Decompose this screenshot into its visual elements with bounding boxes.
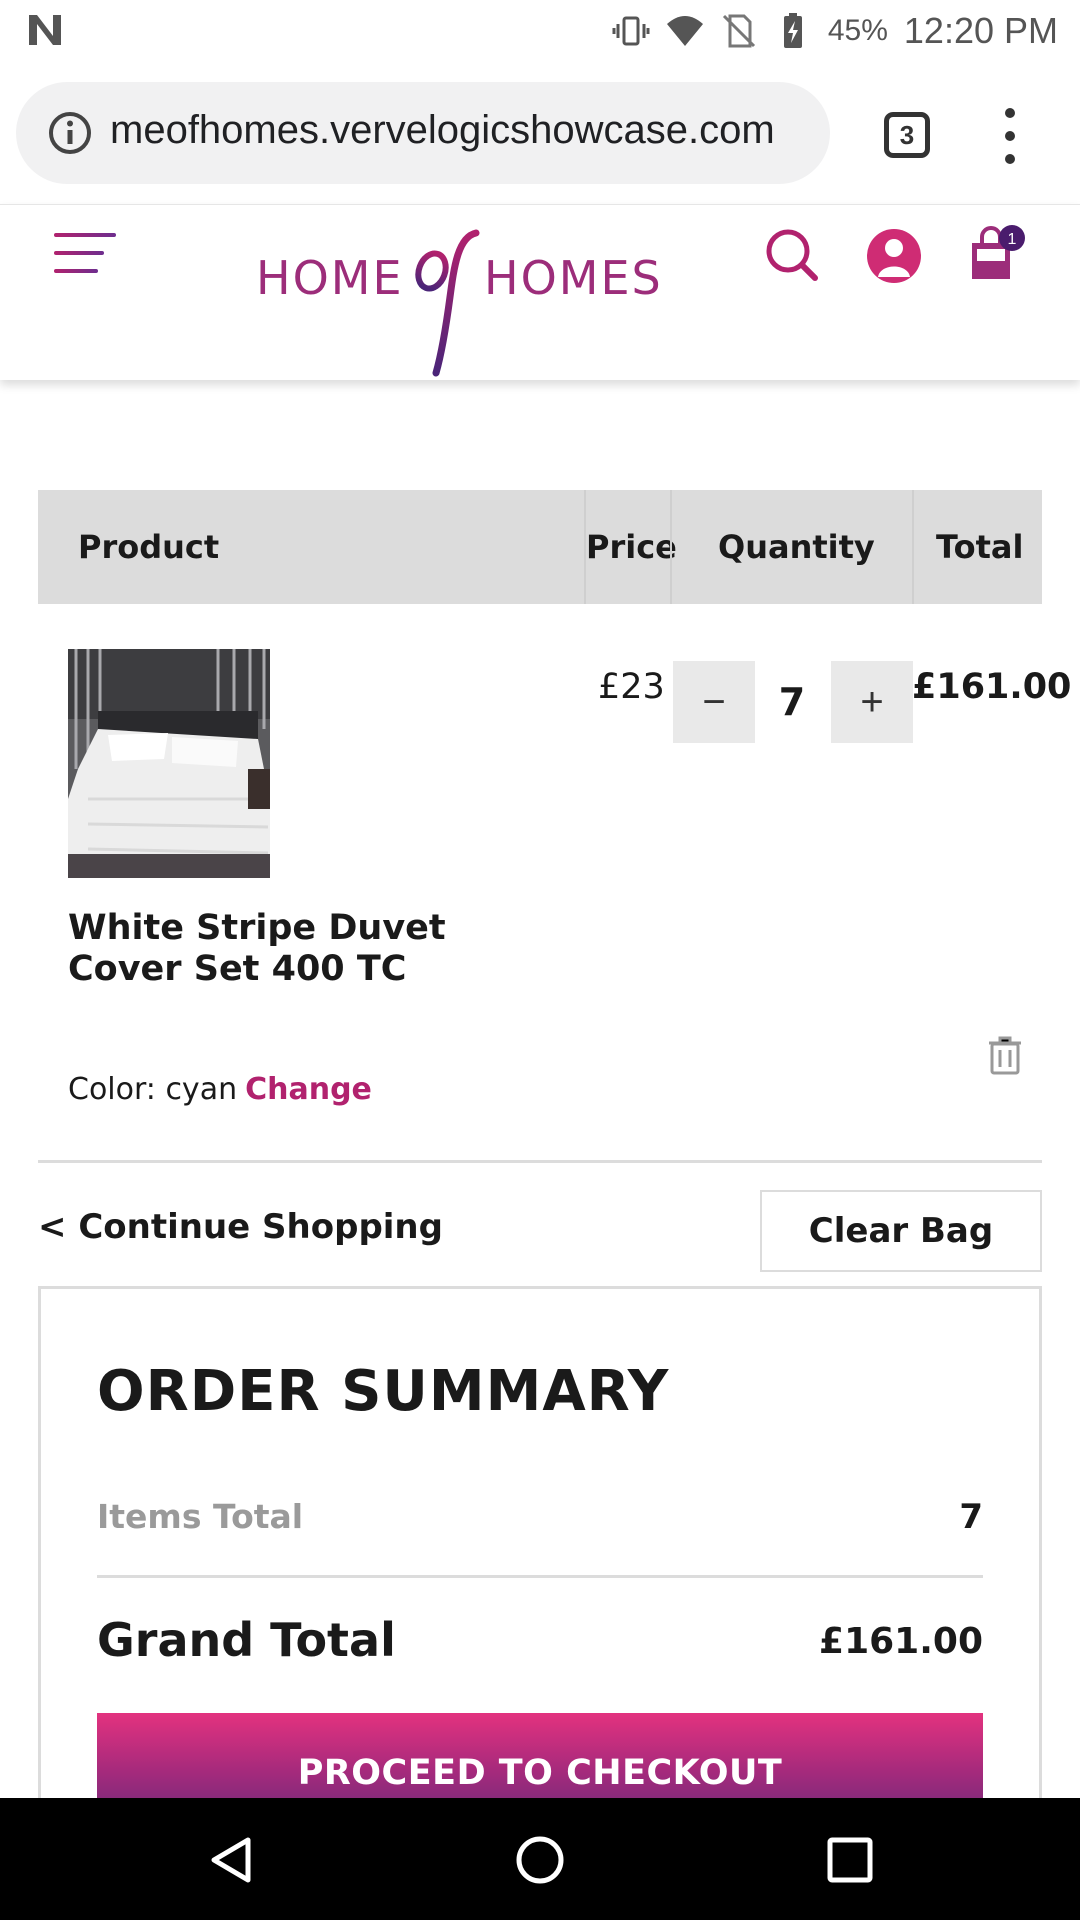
url-text[interactable]: meofhomes.vervelogicshowcase.com xyxy=(110,108,820,153)
quantity-value[interactable]: 7 xyxy=(756,661,828,743)
grand-total-value: £161.00 xyxy=(819,1621,983,1662)
site-logo[interactable]: HOME HOMES xyxy=(256,227,661,377)
header-total: Total xyxy=(936,528,1024,566)
logo-text-right: HOMES xyxy=(484,251,663,305)
summary-divider xyxy=(97,1575,983,1578)
product-image[interactable] xyxy=(68,649,270,878)
search-icon[interactable] xyxy=(764,227,820,283)
wifi-icon xyxy=(666,16,703,46)
clear-bag-button[interactable]: Clear Bag xyxy=(760,1190,1042,1272)
site-header: HOME HOMES 1 xyxy=(0,204,1080,380)
account-icon[interactable] xyxy=(866,227,922,285)
increase-quantity-button[interactable]: + xyxy=(831,661,913,743)
tab-switcher-button[interactable]: 3 xyxy=(884,112,930,158)
browser-toolbar: meofhomes.vervelogicshowcase.com 3 xyxy=(0,62,1080,202)
n-logo-icon xyxy=(29,15,61,45)
status-icons: 45% 12:20 PM xyxy=(612,8,1058,54)
info-icon[interactable] xyxy=(48,111,92,155)
browser-menu-icon[interactable] xyxy=(990,108,1030,164)
system-nav-bar xyxy=(0,1798,1080,1920)
cart-badge: 1 xyxy=(1008,231,1017,248)
url-bar[interactable]: meofhomes.vervelogicshowcase.com xyxy=(16,82,830,184)
continue-shopping-link[interactable]: < Continue Shopping xyxy=(38,1207,443,1247)
clock: 12:20 PM xyxy=(903,10,1058,51)
decrease-quantity-button[interactable]: − xyxy=(673,661,755,743)
grand-total-label: Grand Total xyxy=(97,1613,396,1667)
color-option: Color: cyan Change xyxy=(68,1072,372,1107)
logo-of-mark xyxy=(415,229,480,377)
battery-charging-icon xyxy=(783,13,802,48)
divider xyxy=(38,1160,1042,1163)
items-total-label: Items Total xyxy=(97,1497,304,1536)
battery-percent: 45% xyxy=(827,14,888,47)
cart-icon[interactable]: 1 xyxy=(966,223,1026,285)
trash-icon[interactable] xyxy=(988,1035,1022,1075)
menu-icon[interactable] xyxy=(54,231,116,275)
change-color-link[interactable]: Change xyxy=(245,1072,372,1107)
logo-text-left: HOME xyxy=(256,251,404,305)
product-name[interactable]: White Stripe Duvet Cover Set 400 TC xyxy=(68,908,568,990)
vibrate-icon xyxy=(612,16,650,46)
line-total: £161.00 xyxy=(912,667,1072,707)
status-bar: 45% 12:20 PM xyxy=(0,0,1080,62)
header-quantity: Quantity xyxy=(718,528,875,566)
color-label: Color: cyan xyxy=(68,1072,238,1107)
header-product: Product xyxy=(78,528,220,566)
items-total-value: 7 xyxy=(959,1497,983,1537)
recents-icon[interactable] xyxy=(824,1834,876,1886)
cart-table-header: Product Price Quantity Total xyxy=(38,490,1042,604)
no-sim-icon xyxy=(722,14,755,48)
order-summary: ORDER SUMMARY Items Total 7 Grand Total … xyxy=(38,1286,1042,1846)
order-summary-title: ORDER SUMMARY xyxy=(97,1359,670,1424)
unit-price: £23 xyxy=(598,667,665,707)
back-icon[interactable] xyxy=(206,1834,258,1886)
home-icon[interactable] xyxy=(514,1834,566,1886)
header-price: Price xyxy=(586,528,677,566)
